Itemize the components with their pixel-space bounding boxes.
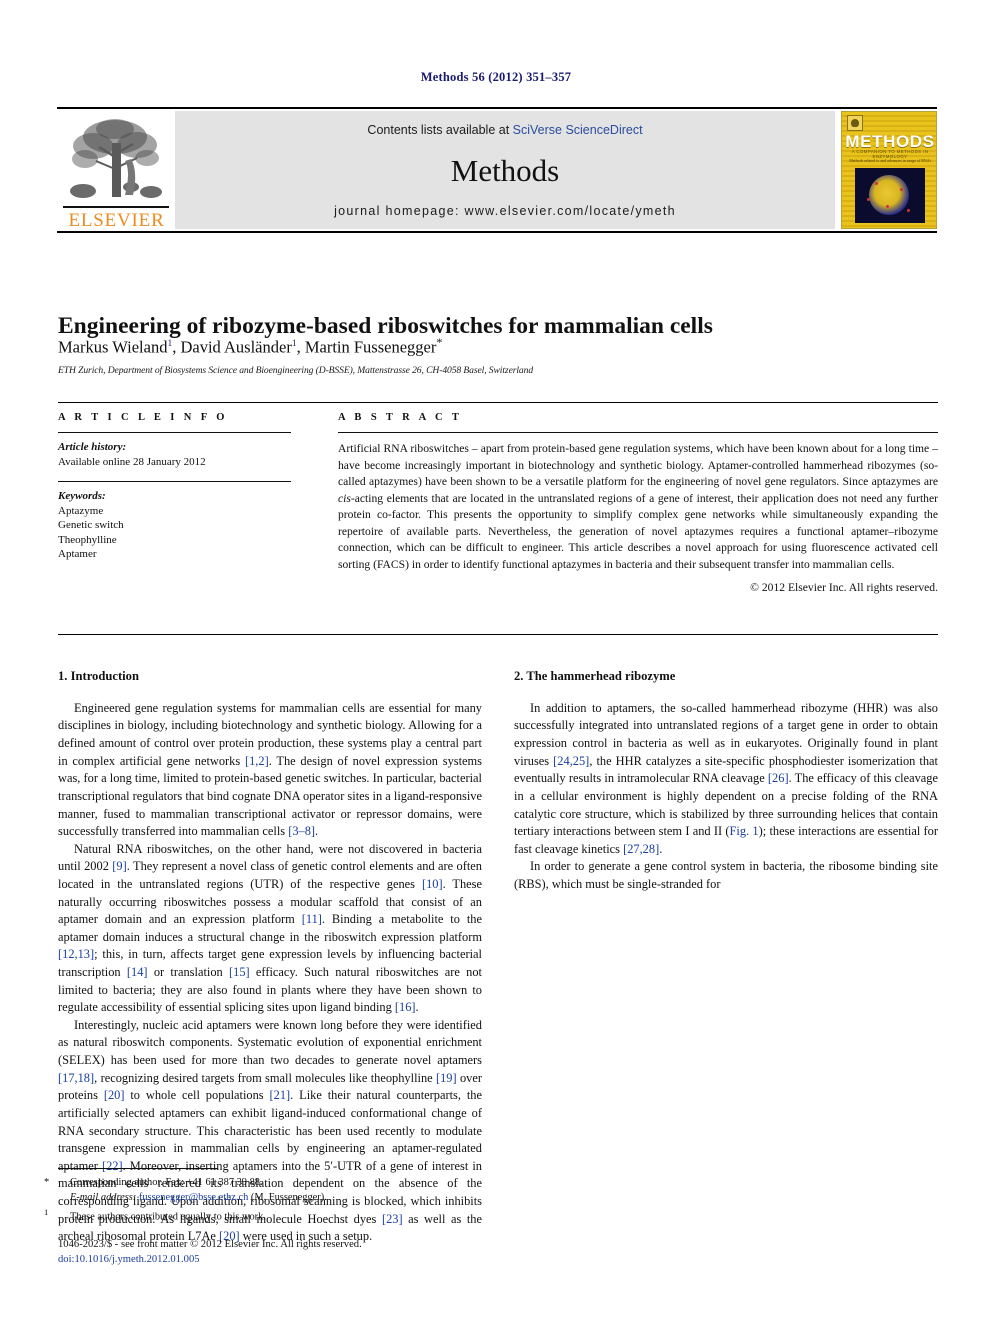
doi-value[interactable]: 10.1016/j.ymeth.2012.01.005 bbox=[74, 1254, 199, 1265]
footnote-equal-contribution: 1 These authors contributed equally to th… bbox=[44, 1206, 482, 1225]
footnote-block: * Corresponding author. Fax: +41 61 387 3… bbox=[44, 1176, 482, 1225]
paragraph: Natural RNA riboswitches, on the other h… bbox=[58, 841, 483, 1015]
footnote-number-1: 1 bbox=[44, 1206, 49, 1217]
masthead-rule-bottom bbox=[57, 231, 937, 233]
paragraph: In addition to aptamers, the so-called h… bbox=[514, 700, 939, 856]
author-list: Markus Wieland1, David Ausländer1, Marti… bbox=[58, 335, 443, 357]
keyword-item: Aptazyme bbox=[58, 504, 104, 517]
cover-elsevier-icon bbox=[847, 115, 863, 131]
panel-rule-bottom bbox=[58, 634, 938, 636]
abstract-column: A B S T R A C T Artificial RNA riboswitc… bbox=[338, 412, 938, 594]
journal-band: Contents lists available at SciVerse Sci… bbox=[175, 111, 835, 229]
author-mark: 1 bbox=[167, 339, 173, 349]
running-head: Methods 56 (2012) 351–357 bbox=[420, 70, 572, 84]
author-mark: 1 bbox=[291, 339, 297, 349]
abstract-body: Artificial RNA riboswitches – apart from… bbox=[338, 442, 938, 572]
corresponding-author-mark: * bbox=[436, 335, 443, 349]
email-link[interactable]: fussenegger@bsse.ethz.ch bbox=[139, 1192, 248, 1203]
masthead-rule-top bbox=[57, 107, 937, 109]
article-history-label: Article history: bbox=[58, 441, 127, 453]
elsevier-baseline-rule bbox=[63, 206, 169, 208]
footnote-email: E-mail address: fussenegger@bsse.ethz.ch… bbox=[58, 1191, 482, 1206]
section-heading-hammerhead: 2. The hammerhead ribozyme bbox=[514, 669, 676, 683]
footnote-corresponding: * Corresponding author. Fax: +41 61 387 3… bbox=[44, 1176, 482, 1191]
journal-masthead: ELSEVIER Contents lists available at Sci… bbox=[57, 107, 937, 233]
article-history-block: Article history: Available online 28 Jan… bbox=[58, 440, 298, 469]
paragraph: In order to generate a gene control syst… bbox=[514, 859, 938, 891]
footnote-rule bbox=[58, 1168, 218, 1169]
footnote-equal-text: These authors contributed equally to thi… bbox=[70, 1211, 266, 1222]
author-name: David Ausländer bbox=[180, 337, 292, 357]
journal-homepage-line[interactable]: journal homepage: www.elsevier.com/locat… bbox=[175, 204, 835, 218]
cover-subtitle-2: Methods related to and advances in usage… bbox=[849, 158, 931, 163]
imprint-block: 1046-2023/$ - see front matter © 2012 El… bbox=[58, 1238, 558, 1268]
article-info-divider bbox=[58, 432, 291, 433]
body-column-right: 2. The hammerhead ribozyme In addition t… bbox=[514, 668, 938, 894]
elsevier-logo: ELSEVIER bbox=[59, 111, 174, 231]
cover-marker-dot bbox=[907, 209, 910, 212]
keywords-label: Keywords: bbox=[58, 490, 106, 503]
cover-artwork bbox=[855, 168, 925, 223]
keyword-item: Aptamer bbox=[58, 548, 97, 561]
author-affiliation: ETH Zurich, Department of Biosystems Sci… bbox=[58, 365, 534, 376]
elsevier-wordmark: ELSEVIER bbox=[68, 210, 165, 231]
abstract-divider bbox=[338, 432, 938, 433]
email-label: E-mail address: bbox=[70, 1191, 137, 1203]
paragraph: Engineered gene regulation systems for m… bbox=[58, 700, 482, 839]
author-name: Martin Fussenegger bbox=[304, 337, 437, 357]
keyword-item: Genetic switch bbox=[58, 519, 124, 532]
article-info-column: A R T I C L E I N F O Article history: A… bbox=[58, 412, 298, 562]
contents-lists-line: Contents lists available at SciVerse Sci… bbox=[175, 123, 835, 137]
sciencedirect-link[interactable]: SciVerse ScienceDirect bbox=[513, 123, 643, 137]
cover-marker-dot bbox=[875, 182, 878, 185]
section-heading-introduction: 1. Introduction bbox=[58, 669, 139, 683]
article-history-value: Available online 28 January 2012 bbox=[58, 455, 206, 468]
paper-page: Methods 56 (2012) 351–357 ELSEVIER Conte… bbox=[0, 0, 992, 1323]
keywords-divider bbox=[58, 481, 291, 483]
doi-line: doi:10.1016/j.ymeth.2012.01.005 bbox=[58, 1253, 558, 1268]
journal-cover-thumbnail: METHODS A COMPANION TO METHODS IN ENZYMO… bbox=[841, 111, 937, 229]
cover-marker-dot bbox=[900, 188, 903, 191]
author-name: Markus Wieland bbox=[58, 337, 168, 357]
contents-prefix: Contents lists available at bbox=[367, 123, 513, 137]
email-owner: (M. Fussenegger). bbox=[250, 1191, 327, 1203]
asterisk-icon: * bbox=[44, 1177, 50, 1188]
keywords-block: Keywords: Aptazyme Genetic switch Theoph… bbox=[58, 489, 298, 562]
cover-marker-dot bbox=[867, 198, 870, 201]
abstract-heading: A B S T R A C T bbox=[338, 412, 463, 423]
imprint-line: 1046-2023/$ - see front matter © 2012 El… bbox=[58, 1239, 362, 1250]
abstract-copyright: © 2012 Elsevier Inc. All rights reserved… bbox=[750, 580, 938, 594]
panel-rule-top bbox=[58, 402, 938, 404]
doi-label: doi: bbox=[58, 1253, 75, 1265]
journal-title: Methods bbox=[450, 153, 560, 188]
cover-cell-blob bbox=[869, 175, 909, 215]
article-info-heading: A R T I C L E I N F O bbox=[58, 412, 228, 423]
keyword-item: Theophylline bbox=[58, 533, 117, 546]
elsevier-tree-icon bbox=[70, 119, 162, 198]
cover-marker-dot bbox=[886, 205, 889, 208]
body-column-left: 1. Introduction Engineered gene regulati… bbox=[58, 668, 482, 1246]
footnote-corresponding-text: Corresponding author. Fax: +41 61 387 39… bbox=[70, 1177, 263, 1188]
